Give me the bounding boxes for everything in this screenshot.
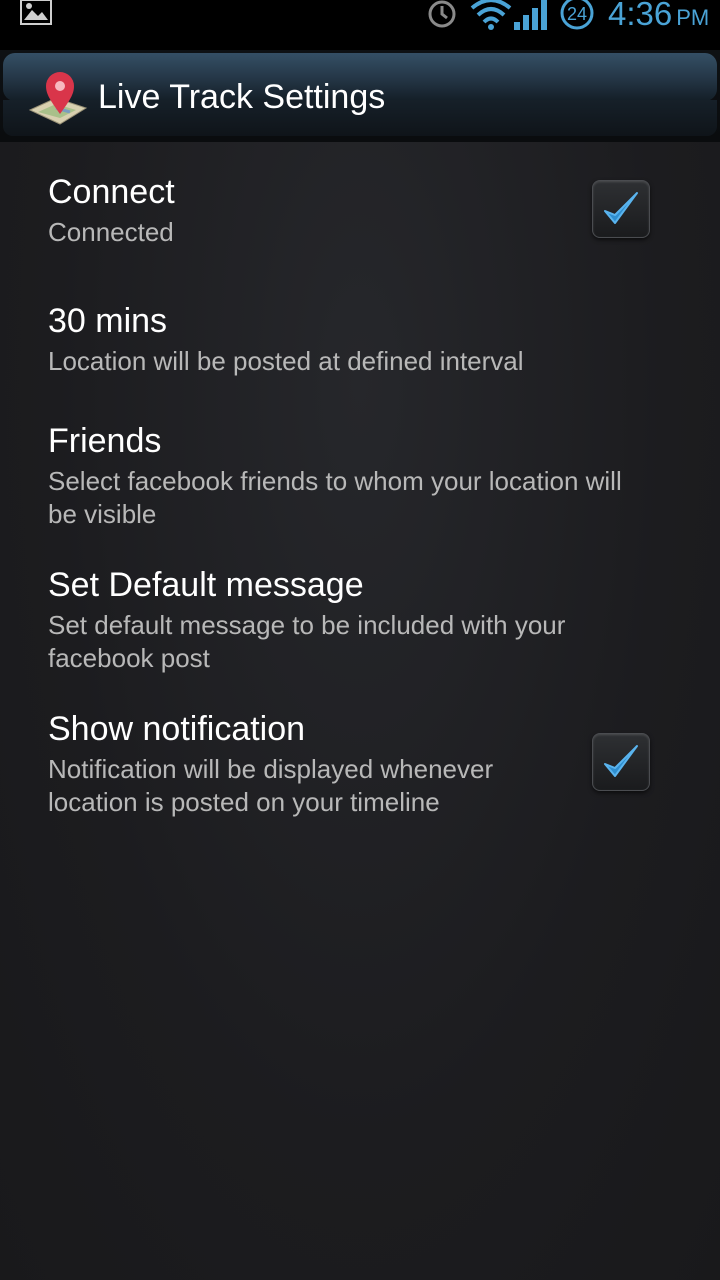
clock: 4:36 PM xyxy=(608,0,709,34)
pref-interval-title: 30 mins xyxy=(48,302,168,340)
pref-show-notification[interactable]: Show notification Notification will be d… xyxy=(48,709,648,819)
badge-number: 24 xyxy=(567,4,587,24)
pref-interval[interactable]: 30 mins Location will be posted at defin… xyxy=(48,301,648,378)
signal-strength-icon xyxy=(514,0,547,30)
checkmark-icon xyxy=(604,192,638,224)
pref-friends-title: Friends xyxy=(48,422,162,460)
pref-friends[interactable]: Friends Select facebook friends to whom … xyxy=(48,421,648,531)
pref-connect-summary: Connected xyxy=(48,217,174,247)
pref-default-message-summary: Set default message to be included with … xyxy=(48,610,566,673)
checkmark-icon xyxy=(604,745,638,777)
status-bar: 24 4:36 PM xyxy=(0,0,720,50)
map-pin-icon[interactable] xyxy=(26,68,90,132)
page-title: Live Track Settings xyxy=(98,78,386,116)
show-notification-checkbox[interactable] xyxy=(592,733,650,791)
clock-ampm: PM xyxy=(676,5,710,30)
connect-checkbox[interactable] xyxy=(592,180,650,238)
alarm-icon xyxy=(428,0,456,28)
pref-friends-summary: Select facebook friends to whom your loc… xyxy=(48,466,622,529)
wifi-icon xyxy=(470,0,512,30)
pref-show-notification-title: Show notification xyxy=(48,710,306,748)
clock-time: 4:36 xyxy=(608,0,673,32)
pref-default-message-title: Set Default message xyxy=(48,566,364,604)
app-bar: Live Track Settings xyxy=(0,50,720,142)
notification-image-icon xyxy=(20,0,52,25)
pref-connect[interactable]: Connect Connected xyxy=(48,172,648,249)
pref-default-message[interactable]: Set Default message Set default message … xyxy=(48,565,648,675)
badge-circle-icon: 24 xyxy=(560,0,594,30)
pref-connect-title: Connect xyxy=(48,173,175,211)
pref-interval-summary: Location will be posted at defined inter… xyxy=(48,346,524,376)
pref-show-notification-summary: Notification will be displayed whenever … xyxy=(48,754,494,817)
data-counter-badge: 24 xyxy=(559,0,595,30)
